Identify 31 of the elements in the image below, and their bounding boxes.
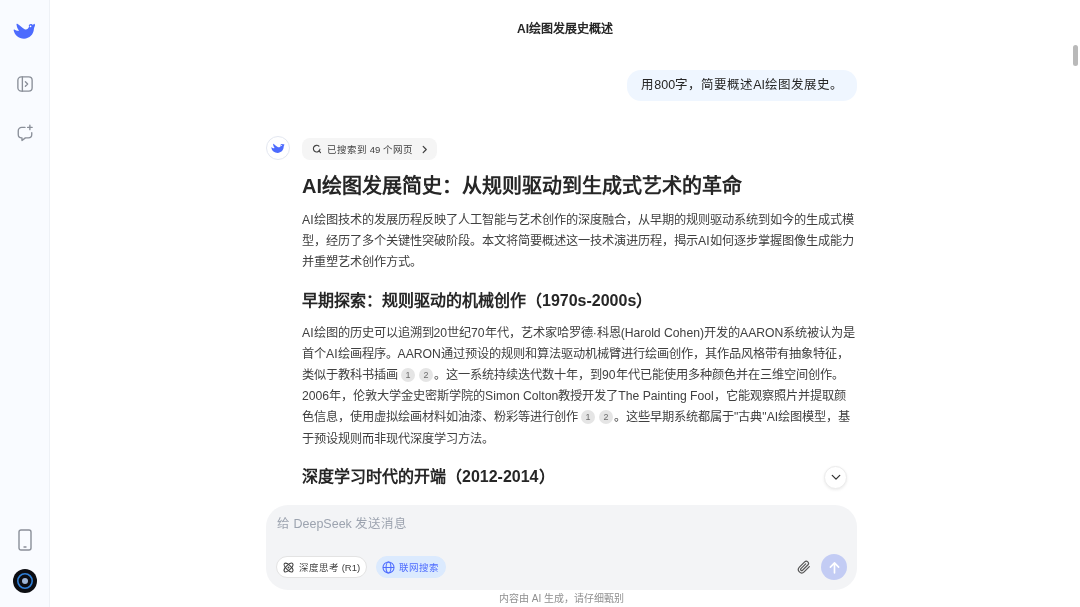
citation-link[interactable]: 2: [419, 368, 433, 382]
avatar-icon[interactable]: [12, 569, 37, 593]
section-heading: 早期探索：规则驱动的机械创作（1970s-2000s）: [302, 290, 653, 311]
globe-icon: [382, 560, 396, 574]
phone-icon[interactable]: [17, 529, 32, 551]
scroll-down-button[interactable]: [824, 466, 847, 489]
user-message: 用800字，简要概述AI绘图发展史。: [627, 70, 857, 101]
citation-link[interactable]: 1: [581, 410, 595, 425]
paragraph: AI绘图技术的发展历程反映了人工智能与艺术创作的深度融合，从早期的规则驱动系统到如今的生成式模型，经历了多个关键性突破阶段。本文将简要概述这一技术演进历程，揭示AI如何逐步掌握图像生成能力并重塑艺术创作方式。: [302, 212, 855, 272]
citation-link[interactable]: 1: [401, 368, 415, 382]
answer-title: AI绘图发展简史：从规则驱动到生成式艺术的革命: [302, 174, 742, 199]
mode-toggle-button[interactable]: 联网搜索: [376, 556, 447, 578]
chat-title: AI绘图发展史概述: [516, 20, 614, 38]
message-composer[interactable]: 给 DeepSeek 发送消息 深度思考 (R1) 联网搜索: [266, 505, 857, 590]
assistant-logo-icon: [266, 136, 290, 160]
paragraph: AI绘图的历史可以追溯到20世纪70年代，艺术家哈罗德·科恩(Harold Cohen)开发的AARON系统被认为是首个AI绘画程序。AARON通过预设的规则和算法驱动机械臂进行绘画创作，其作品风格带有抽象特征，类似于教科书插画 1 2 。这一系统持续迭代数十年，到90年代已能使用多种颜色并在三维空间创作。2006年，伦敦大学金史密斯学院的Simon Colton教授开发了The Painting Fool，它能观察照片并提取颜色信息，使用虚拟绘画材料如油漆、粉彩等进行创作 1 2 。这些早期系统都属于"古典"AI绘图模型，基于预设规则而非现代深度学习方法。: [302, 324, 857, 448]
chevron-down-icon: [830, 474, 841, 481]
atom-icon: [282, 560, 295, 574]
scrollbar-thumb[interactable]: [1073, 45, 1078, 66]
new-chat-icon[interactable]: [15, 124, 34, 142]
search-icon: [312, 144, 322, 154]
message-input[interactable]: 给 DeepSeek 发送消息: [276, 515, 847, 554]
arrow-up-icon: [828, 560, 840, 574]
chevron-right-icon: [420, 144, 428, 154]
sidebar-toggle-icon[interactable]: [15, 75, 34, 93]
mode-toggle-button[interactable]: 深度思考 (R1): [276, 556, 368, 578]
paperclip-icon[interactable]: [796, 559, 812, 575]
citation-link[interactable]: 2: [599, 410, 613, 425]
section-heading: 深度学习时代的开端（2012-2014）: [302, 466, 555, 487]
disclaimer-text: 内容由 AI 生成，请仔细甄别: [498, 591, 625, 606]
search-results-chip[interactable]: 已搜索到 49 个网页: [302, 138, 437, 160]
